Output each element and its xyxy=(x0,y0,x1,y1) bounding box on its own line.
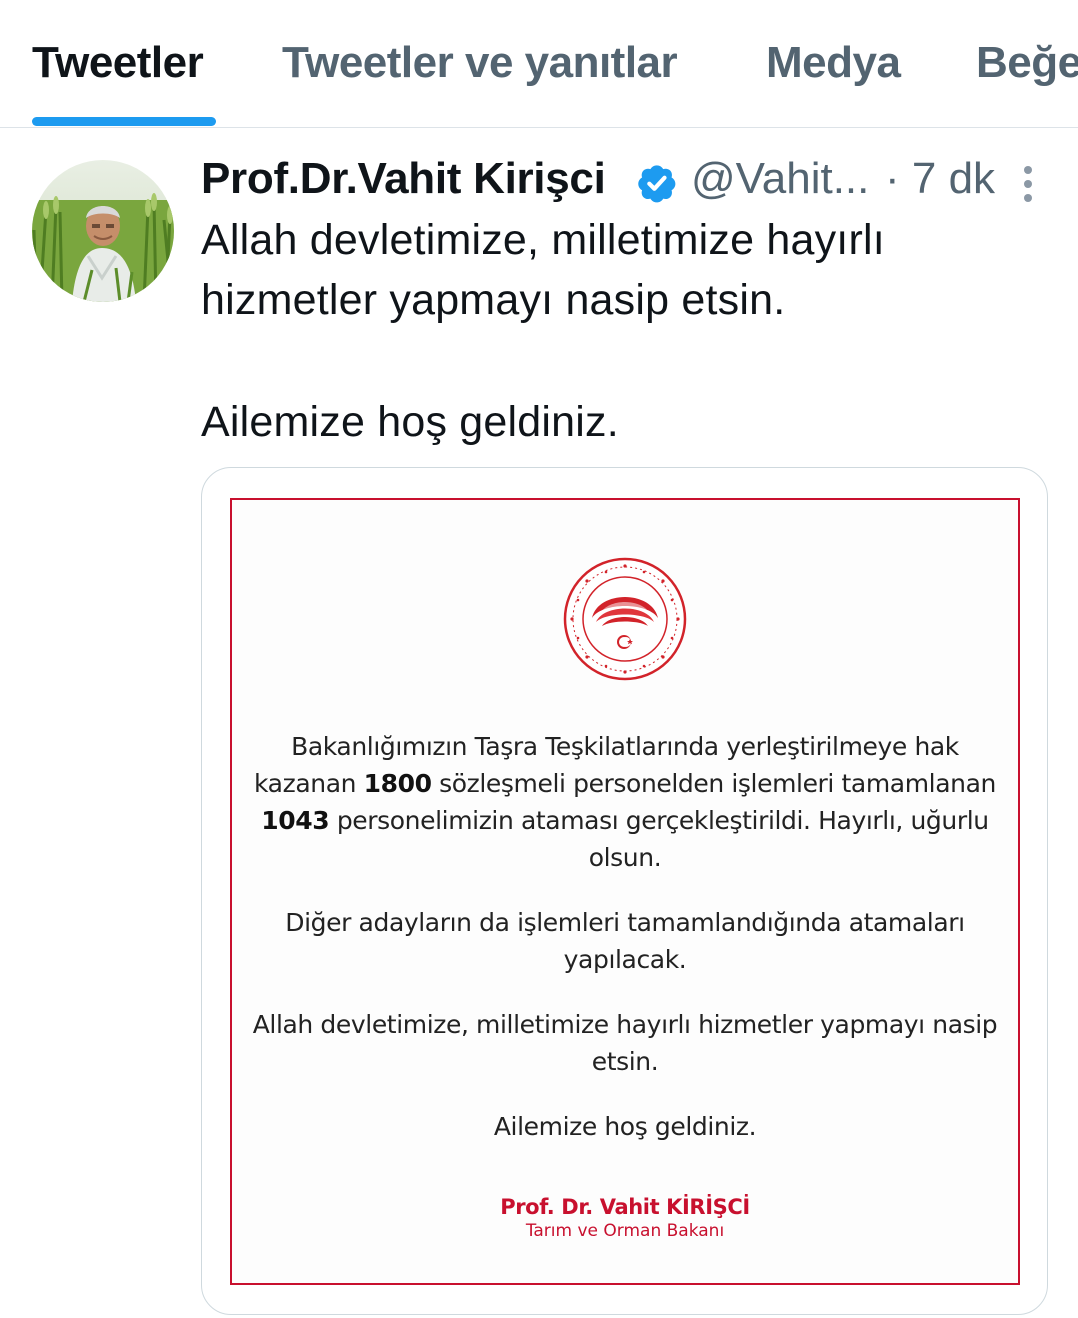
signature-name: Prof. Dr. Vahit KİRİŞCİ xyxy=(500,1195,750,1219)
tweet-timestamp[interactable]: · 7 dk xyxy=(885,154,995,204)
announcement-paragraph: Diğer adayların da işlemleri tamamlandığ… xyxy=(285,908,965,974)
tab-tweets-and-replies[interactable]: Tweetler ve yanıtlar xyxy=(282,38,678,88)
tweet-media-image[interactable]: Bakanlığımızın Taşra Teşkilatlarında yer… xyxy=(201,467,1048,1315)
author-display-name[interactable]: Prof.Dr.Vahit Kirişci xyxy=(201,154,606,204)
avatar-photo-icon xyxy=(32,160,174,302)
tweet-header: Prof.Dr.Vahit Kirişci @Vahit... · 7 dk xyxy=(201,154,1041,210)
signature-block: Prof. Dr. Vahit KİRİŞCİ Tarım ve Orman B… xyxy=(232,1194,1018,1242)
announcement-paragraph: Bakanlığımızın Taşra Teşkilatlarında yer… xyxy=(254,732,996,872)
ministry-emblem-icon xyxy=(563,557,687,681)
tweet-text: Allah devletimize, milletimize hayırlı h… xyxy=(201,210,1031,452)
announcement-paragraph: Allah devletimize, milletimize hayırlı h… xyxy=(252,1010,998,1076)
avatar[interactable] xyxy=(32,160,174,302)
profile-tabs: Tweetler Tweetler ve yanıtlar Medya Beğe xyxy=(0,0,1078,128)
placed-candidates-count: 1800 xyxy=(363,769,432,798)
announcement-text: Bakanlığımızın Taşra Teşkilatlarında yer… xyxy=(252,728,998,1173)
active-tab-indicator xyxy=(32,117,216,126)
author-handle[interactable]: @Vahit... xyxy=(691,154,869,204)
more-vertical-icon[interactable] xyxy=(1013,162,1043,206)
appointed-personnel-count: 1043 xyxy=(261,806,330,835)
tab-media[interactable]: Medya xyxy=(766,38,901,88)
tweet[interactable]: Prof.Dr.Vahit Kirişci @Vahit... · 7 dk A… xyxy=(0,128,1078,1318)
signature-title: Tarım ve Orman Bakanı xyxy=(525,1221,725,1241)
announcement-frame: Bakanlığımızın Taşra Teşkilatlarında yer… xyxy=(230,498,1020,1285)
announcement-paragraph: Ailemize hoş geldiniz. xyxy=(493,1112,757,1141)
tweet-text-line: Ailemize hoş geldiniz. xyxy=(201,398,619,446)
tab-tweets[interactable]: Tweetler xyxy=(32,38,204,88)
verified-badge-icon xyxy=(638,165,676,203)
tweet-text-line: Allah devletimize, milletimize hayırlı h… xyxy=(201,216,885,324)
tab-likes[interactable]: Beğe xyxy=(976,38,1078,88)
